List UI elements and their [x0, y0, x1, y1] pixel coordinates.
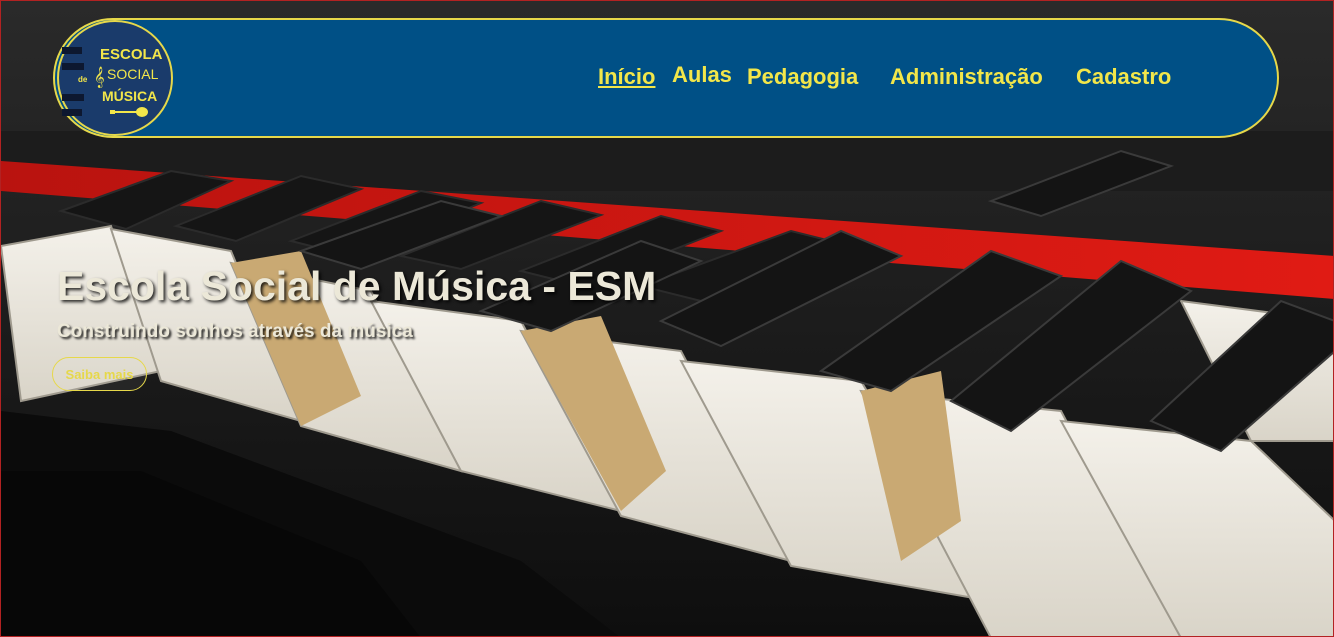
esm-logo[interactable]: ESCOLA de 𝄞 SOCIAL MÚSICA: [56, 19, 174, 137]
nav-link-inicio[interactable]: Início: [598, 64, 655, 90]
hero-title: Escola Social de Música - ESM: [57, 263, 657, 309]
logo-text-escola: ESCOLA: [100, 46, 163, 63]
nav-link-cadastro[interactable]: Cadastro: [1076, 64, 1171, 90]
nav-link-administracao[interactable]: Administração: [890, 64, 1043, 90]
logo-text-musica: MÚSICA: [102, 87, 157, 104]
nav-link-aulas[interactable]: Aulas: [672, 62, 732, 88]
nav-link-pedagogia[interactable]: Pedagogia: [747, 64, 858, 90]
page: ESCOLA de 𝄞 SOCIAL MÚSICA Início Aulas P…: [0, 0, 1334, 637]
treble-clef-icon: 𝄞: [94, 67, 105, 88]
navbar: ESCOLA de 𝄞 SOCIAL MÚSICA Início Aulas P…: [53, 18, 1279, 138]
logo-text-social: SOCIAL: [107, 66, 159, 82]
saiba-mais-button[interactable]: Saiba mais: [52, 357, 147, 391]
hero-subtitle: Construindo sonhos através da música: [57, 321, 413, 342]
logo-text-de: de: [78, 75, 88, 84]
